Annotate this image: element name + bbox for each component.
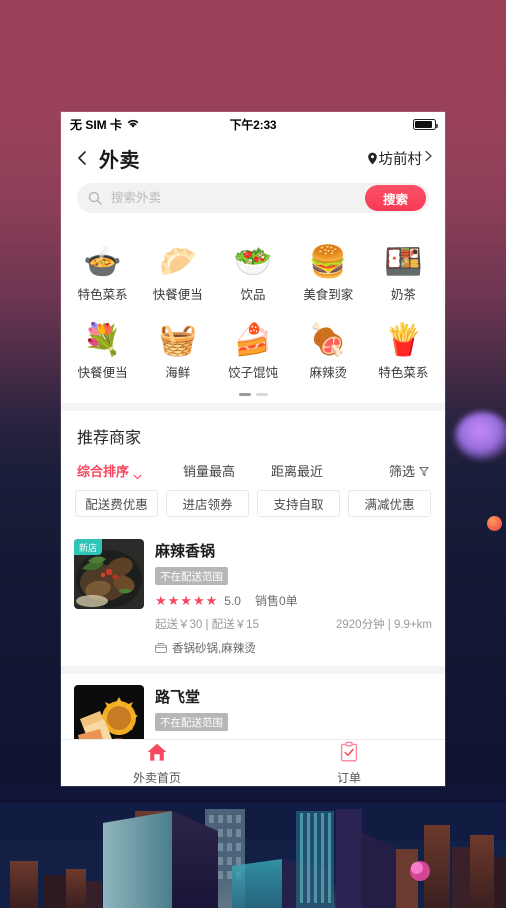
merchant-thumbnail-0: 新店 [74,539,144,609]
category-item-6[interactable]: 🧺 海鲜 [140,307,215,385]
category-label-8: 麻辣烫 [309,366,347,380]
merchant-name-1: 路飞堂 [155,689,201,706]
category-item-8[interactable]: 🍖 麻辣烫 [291,307,366,385]
filter-chip-3[interactable]: 满减优惠 [348,490,431,517]
category-image-7: 🍰 [233,322,273,357]
category-item-1[interactable]: 🥟 快餐便当 [140,229,215,307]
category-image-4: 🍱 [384,244,423,279]
category-label-7: 饺子馄饨 [227,366,278,380]
battery-full-icon [413,119,438,130]
search-section: 搜索 [61,179,445,225]
category-item-5[interactable]: 💐 快餐便当 [65,307,140,385]
merchant-delivery-row-0: 起送￥30 | 配送￥15 2920分钟 | 9.9+km [155,616,432,632]
category-image-6: 🧺 [158,322,198,357]
city-skyline-illustration [0,783,506,908]
category-label-9: 特色菜系 [378,366,429,380]
category-image-2: 🥗 [233,244,273,279]
merchant-card-0[interactable]: 新店 麻辣香锅 不在配送范围 ★★★★★ 5.0 销售0单 起送￥30 | 配送… [61,528,445,666]
search-input[interactable] [102,191,365,205]
category-item-7[interactable]: 🍰 饺子馄饨 [215,307,290,385]
category-image-3: 🍔 [308,244,348,279]
tab-home-label: 外卖首页 [132,770,181,785]
sales-count-0: 销售0单 [254,594,298,608]
sort-option-sales-label: 销量最高 [182,464,235,479]
category-image-9: 🍟 [384,322,423,357]
search-icon [88,191,102,205]
merchant-list: 新店 麻辣香锅 不在配送范围 ★★★★★ 5.0 销售0单 起送￥30 | 配送… [61,528,445,765]
category-image-8: 🍖 [308,322,348,357]
chevron-down-icon [133,468,142,479]
location-pin-icon [367,152,378,165]
filter-chip-1[interactable]: 进店领券 [166,490,249,517]
category-item-0[interactable]: 🍲 特色菜系 [65,229,140,307]
tab-orders[interactable]: 订单 [253,741,445,786]
category-item-9[interactable]: 🍟 特色菜系 [366,307,441,385]
merchant-status-tag-1: 不在配送范围 [155,713,228,731]
category-item-4[interactable]: 🍱 奶茶 [366,229,441,307]
sort-option-filter-label: 筛选 [388,464,415,479]
category-label-2: 饮品 [240,288,266,302]
carousel-pagination [65,385,441,403]
category-image-1: 🥟 [158,244,198,279]
category-label-4: 奶茶 [390,288,416,302]
category-section: 🍲 特色菜系 🥟 快餐便当 🥗 饮品 🍔 美食到家 🍱 奶茶 💐 快餐便当 🧺 … [61,225,445,403]
status-bar-time: 下午2:33 [229,118,277,132]
rating-value-0: 5.0 [224,593,241,608]
search-button[interactable]: 搜索 [364,185,426,211]
page-title: 外卖 [99,149,140,172]
sort-bar: 综合排序 销量最高 距离最近 筛选 [61,458,445,490]
section-divider [61,403,445,411]
status-bar: 无 SIM 卡 下午2:33 [61,112,445,137]
sort-option-distance-label: 距离最近 [270,464,323,479]
home-icon [146,741,168,766]
category-label-3: 美食到家 [303,288,354,302]
nav-header: 外卖 坊前村 [61,137,445,179]
merchant-status-tag-0: 不在配送范围 [155,567,228,585]
chevron-right-icon [423,149,433,167]
merchant-info-0: 麻辣香锅 不在配送范围 ★★★★★ 5.0 销售0单 起送￥30 | 配送￥15… [155,539,432,656]
sort-option-comprehensive[interactable]: 综合排序 [77,461,165,480]
chevron-left-icon[interactable] [73,149,91,167]
tab-orders-label: 订单 [336,770,361,785]
carousel-dot-1[interactable] [255,393,268,396]
rating-stars-0: ★★★★★ [155,593,219,608]
category-item-2[interactable]: 🥗 饮品 [215,229,290,307]
filter-chip-row: 配送费优惠 进店领券 支持自取 满减优惠 [61,490,445,528]
carousel-dot-0[interactable] [238,393,251,396]
merchant-cuisine-0: 香锅砂锅,麻辣烫 [172,643,256,655]
merchant-name-0: 麻辣香锅 [155,543,216,560]
delivery-fee-0: 起送￥30 | 配送￥15 [155,619,259,631]
location-selector[interactable]: 坊前村 [367,148,434,169]
merchant-rating-row-0: ★★★★★ 5.0 销售0单 [155,592,432,609]
merchant-cuisine-row-0: 香锅砂锅,麻辣烫 [155,640,432,656]
new-store-badge: 新店 [74,539,103,555]
category-image-0: 🍲 [83,244,122,279]
recommend-title: 推荐商家 [61,411,445,458]
orange-dot-decoration [487,516,502,531]
delivery-time-distance-0: 2920分钟 | 9.9+km [336,619,432,631]
sort-option-distance[interactable]: 距离最近 [253,461,341,480]
search-bar[interactable]: 搜索 [77,183,429,213]
category-item-3[interactable]: 🍔 美食到家 [291,229,366,307]
clipboard-check-icon [338,741,360,766]
bottom-tab-bar: 外卖首页 订单 [61,739,445,786]
tab-home[interactable]: 外卖首页 [61,741,253,786]
purple-blob-decoration [455,412,506,460]
filter-funnel-icon [419,465,429,477]
filter-chip-2[interactable]: 支持自取 [257,490,340,517]
phone-screen: 无 SIM 卡 下午2:33 外卖 坊前村 搜索外卖 搜索 🍲 特色菜系 🥟 快… [61,112,445,786]
sort-option-sales[interactable]: 销量最高 [165,461,253,480]
category-image-5: 💐 [83,322,122,357]
category-label-1: 快餐便当 [152,288,203,302]
filter-chip-0[interactable]: 配送费优惠 [75,490,158,517]
storefront-icon [155,643,167,653]
category-label-0: 特色菜系 [77,288,128,302]
category-label-6: 海鲜 [165,366,191,380]
sort-option-filter[interactable]: 筛选 [341,461,429,480]
sort-option-comprehensive-label: 综合排序 [77,464,130,479]
category-grid: 🍲 特色菜系 🥟 快餐便当 🥗 饮品 🍔 美食到家 🍱 奶茶 💐 快餐便当 🧺 … [65,229,441,385]
category-label-5: 快餐便当 [77,366,128,380]
location-label: 坊前村 [378,151,423,168]
